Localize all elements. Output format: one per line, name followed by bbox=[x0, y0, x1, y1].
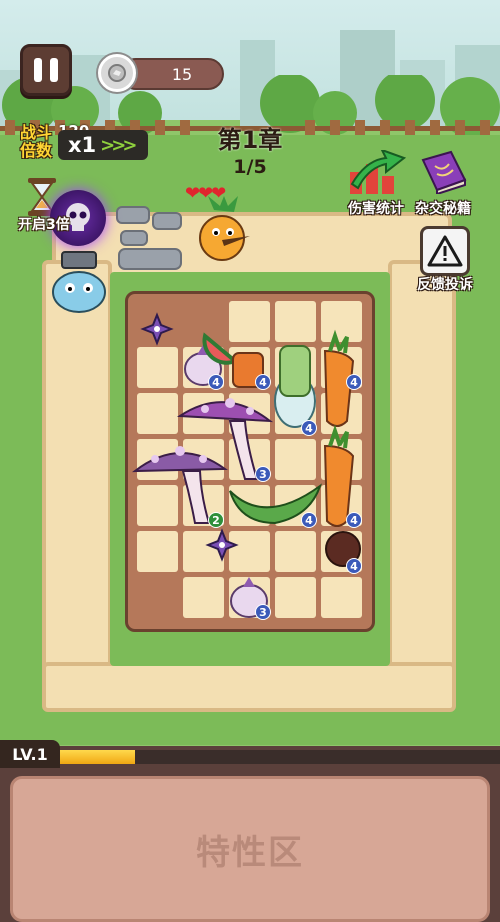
plant-sprites bbox=[131, 312, 361, 618]
level-label: LV.1 bbox=[0, 740, 60, 768]
feedback-label: 反馈投诉 bbox=[417, 277, 473, 293]
enemy-path bbox=[388, 260, 456, 710]
shuriken-icon bbox=[140, 312, 174, 346]
damage-stats-label: 伤害统计 bbox=[348, 201, 404, 217]
plant-level-badge: 4 bbox=[346, 512, 362, 528]
pineapple-enemy bbox=[199, 196, 250, 261]
xp-bar-fill bbox=[55, 750, 135, 764]
feedback-label-wrap[interactable]: 反馈投诉 bbox=[410, 274, 480, 294]
plant-level-badge: 3 bbox=[255, 466, 271, 482]
hybrid-book-label: 杂交秘籍 bbox=[415, 201, 471, 217]
pause-icon bbox=[50, 58, 58, 82]
enemy-path bbox=[42, 662, 456, 712]
silver-coin-icon bbox=[98, 54, 136, 92]
spellbook-icon bbox=[421, 150, 467, 196]
plant-level-badge: 4 bbox=[301, 512, 317, 528]
pause-icon bbox=[34, 58, 42, 82]
pause-button[interactable] bbox=[20, 44, 72, 96]
stepping-stones bbox=[116, 206, 182, 270]
battle-speed-label: 战斗倍数 bbox=[20, 123, 53, 160]
trait-area-label: 特性区 bbox=[196, 832, 304, 873]
coin-count: 15 bbox=[171, 64, 193, 84]
plant-level-badge: 4 bbox=[301, 420, 317, 436]
battle-speed-button[interactable]: x1 >>> bbox=[58, 130, 148, 160]
speed-value: x1 bbox=[68, 133, 97, 157]
plant-level-badge: 4 bbox=[255, 374, 271, 390]
cactus-plant bbox=[279, 345, 311, 397]
plant-level-badge: 4 bbox=[346, 374, 362, 390]
trait-area[interactable]: 特性区 bbox=[10, 776, 490, 922]
fast-forward-icon: >>> bbox=[100, 134, 137, 156]
shuriken-icon bbox=[205, 528, 239, 562]
zombie-enemy bbox=[52, 251, 106, 313]
triple-speed-label[interactable]: 开启3倍 bbox=[18, 214, 70, 234]
plant-level-badge: 4 bbox=[208, 374, 224, 390]
plant-level-badge: 3 bbox=[255, 604, 271, 620]
chapter-title: 第1章 bbox=[217, 126, 283, 154]
feedback-button[interactable] bbox=[420, 226, 470, 276]
warning-icon bbox=[427, 235, 463, 267]
hybrid-book-button[interactable]: 杂交秘籍 bbox=[410, 150, 476, 218]
enemy-path bbox=[42, 260, 112, 710]
plant-level-badge: 2 bbox=[208, 512, 224, 528]
carrot-plant bbox=[323, 424, 355, 527]
damage-stats-button[interactable]: 伤害统计 bbox=[344, 148, 408, 218]
chart-arrow-icon bbox=[350, 148, 407, 194]
mushroom-plant bbox=[131, 446, 228, 524]
wave-counter: 1/5 bbox=[233, 156, 267, 178]
plant-level-badge: 4 bbox=[346, 558, 362, 574]
